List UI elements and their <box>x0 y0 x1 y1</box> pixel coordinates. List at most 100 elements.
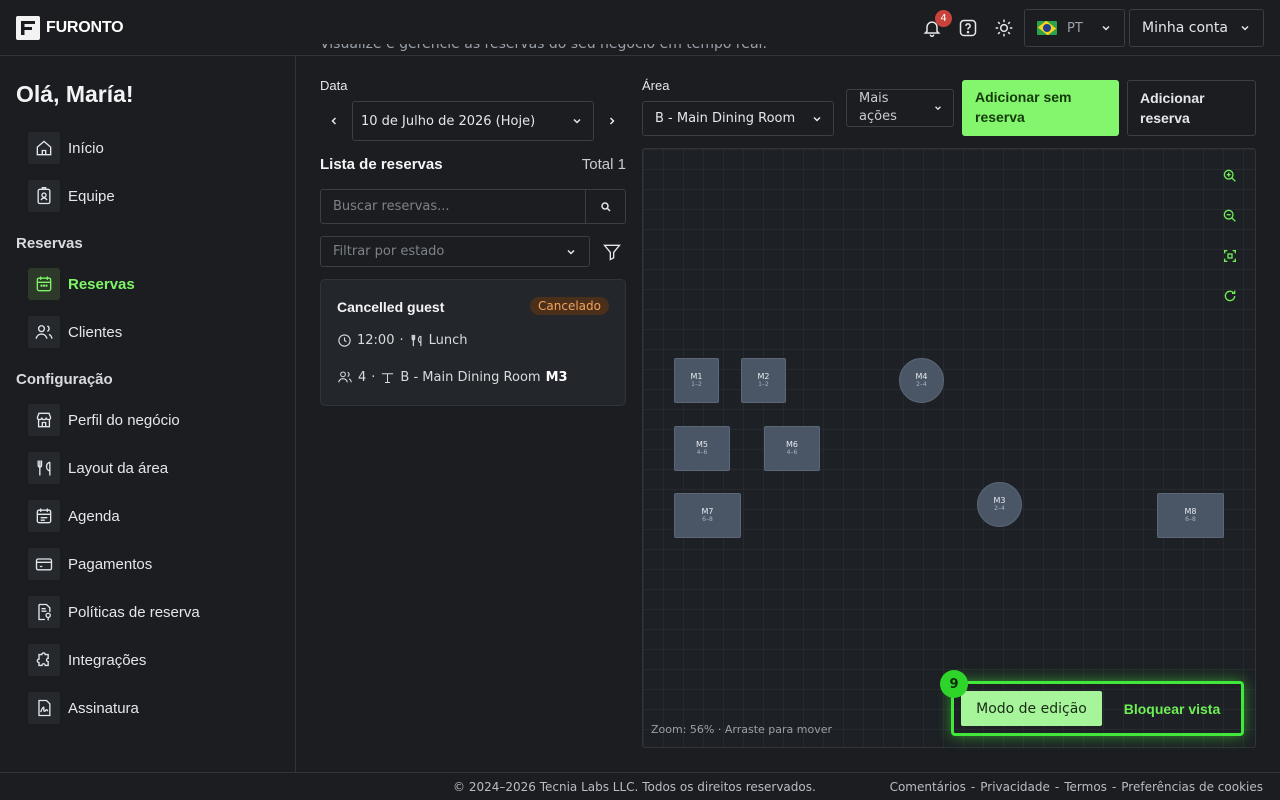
reservation-shift: Lunch <box>428 333 468 348</box>
reservation-card[interactable]: Cancelled guest Cancelado 12:00 · Lunch … <box>320 279 626 406</box>
floor-plan-canvas[interactable]: M1 1–2 M2 1–2 M4 2–4 M5 4–6 M6 4–6 M3 2–… <box>642 148 1256 748</box>
sidebar-item-inicio[interactable]: Início <box>28 132 104 164</box>
table-m7[interactable]: M7 6–8 <box>674 493 741 538</box>
signature-icon <box>28 692 60 724</box>
utensils-icon <box>411 334 422 347</box>
badge-icon <box>28 180 60 212</box>
logo[interactable]: FURONTO <box>16 16 124 40</box>
date-select[interactable]: 10 de Julho de 2026 (Hoje) <box>352 101 594 141</box>
footer-link-comentarios[interactable]: Comentários <box>890 780 966 794</box>
refresh-icon <box>1224 290 1236 302</box>
notifications-button[interactable]: 4 <box>918 10 952 42</box>
chevron-down-icon <box>935 106 941 111</box>
chevron-down-icon <box>1102 25 1110 31</box>
reservation-area: B - Main Dining Room <box>400 369 541 385</box>
sidebar-item-label: Agenda <box>68 507 120 525</box>
fit-view-button[interactable] <box>1219 245 1241 267</box>
table-m4[interactable]: M4 2–4 <box>899 358 944 403</box>
brand-name: FURONTO <box>46 19 124 36</box>
sidebar-item-clientes[interactable]: Clientes <box>28 316 122 348</box>
table-m5[interactable]: M5 4–6 <box>674 426 730 471</box>
filter-button[interactable] <box>600 240 624 264</box>
sidebar-item-pagamentos[interactable]: Pagamentos <box>28 548 152 580</box>
sidebar-item-label: Assinatura <box>68 699 139 717</box>
footer-link-cookies[interactable]: Preferências de cookies <box>1121 780 1263 794</box>
table-m2[interactable]: M2 1–2 <box>741 358 786 403</box>
home-icon <box>28 132 60 164</box>
chevron-down-icon <box>573 118 581 124</box>
account-label: Minha conta <box>1142 20 1228 36</box>
help-button[interactable] <box>954 14 982 42</box>
table-m3[interactable]: M3 2–4 <box>977 482 1022 527</box>
chevron-down-icon <box>813 116 821 122</box>
account-menu[interactable]: Minha conta <box>1129 9 1264 47</box>
sidebar-item-reservas[interactable]: Reservas <box>28 268 135 300</box>
utensils-icon <box>28 452 60 484</box>
sidebar-item-label: Reservas <box>68 275 135 293</box>
sidebar-item-integracoes[interactable]: Integrações <box>28 644 146 676</box>
zoom-in-button[interactable] <box>1219 165 1241 187</box>
sidebar-item-perfil[interactable]: Perfil do negócio <box>28 404 180 436</box>
sidebar-item-layout[interactable]: Layout da área <box>28 452 168 484</box>
sidebar-item-label: Equipe <box>68 187 115 205</box>
sidebar-item-label: Layout da área <box>68 459 169 477</box>
sidebar-item-equipe[interactable]: Equipe <box>28 180 115 212</box>
search-input[interactable] <box>320 189 586 224</box>
policy-icon <box>28 596 60 628</box>
sidebar: Olá, María! Início Equipe Reservas Reser… <box>0 56 296 772</box>
chevron-left-icon <box>331 117 337 125</box>
sun-icon <box>995 19 1013 37</box>
users-icon <box>28 316 60 348</box>
theme-toggle[interactable] <box>990 14 1018 42</box>
prev-day-button[interactable] <box>323 110 345 132</box>
table-m1[interactable]: M1 1–2 <box>674 358 719 403</box>
search-button[interactable] <box>585 189 626 224</box>
edit-mode-button[interactable]: Modo de edição <box>961 691 1102 726</box>
lock-view-button[interactable]: Bloquear vista <box>1110 691 1234 726</box>
language-select[interactable]: PT <box>1024 9 1125 47</box>
add-reservation-button[interactable]: Adicionar reserva <box>1127 80 1256 136</box>
table-m8[interactable]: M8 6–8 <box>1157 493 1224 538</box>
date-label: Data <box>320 78 348 93</box>
store-icon <box>28 404 60 436</box>
more-actions-label: Mais ações <box>859 91 897 124</box>
puzzle-icon <box>28 644 60 676</box>
help-icon <box>959 19 977 37</box>
footer-links: Comentários - Privacidade - Termos - Pre… <box>889 780 1263 794</box>
funnel-icon <box>603 244 621 261</box>
sidebar-item-label: Integrações <box>68 651 147 669</box>
sidebar-item-assinatura[interactable]: Assinatura <box>28 692 139 724</box>
reservation-table: M3 <box>545 369 568 385</box>
schedule-icon <box>28 500 60 532</box>
table-icon <box>382 372 394 383</box>
zoom-in-icon <box>1223 169 1236 182</box>
reset-view-button[interactable] <box>1219 285 1241 307</box>
more-actions-button[interactable]: Mais ações <box>846 89 954 127</box>
next-day-button[interactable] <box>601 110 623 132</box>
sidebar-item-label: Início <box>68 139 104 157</box>
reservations-total: Total 1 <box>581 156 626 173</box>
chevron-down-icon <box>1241 25 1249 31</box>
status-filter-select[interactable]: Filtrar por estado <box>320 236 590 267</box>
sidebar-item-agenda[interactable]: Agenda <box>28 500 120 532</box>
chevron-right-icon <box>609 117 615 125</box>
fit-screen-icon <box>1224 250 1236 262</box>
reservation-time: 12:00 <box>357 333 395 348</box>
status-filter-placeholder: Filtrar por estado <box>333 244 445 259</box>
notification-badge: 4 <box>935 10 952 27</box>
date-value: 10 de Julho de 2026 (Hoje) <box>361 113 536 129</box>
footer-link-privacidade[interactable]: Privacidade <box>980 780 1050 794</box>
users-icon <box>338 371 352 383</box>
copyright: © 2024–2026 Tecnia Labs LLC. Todos os di… <box>453 780 816 794</box>
table-m6[interactable]: M6 4–6 <box>764 426 820 471</box>
area-value: B - Main Dining Room <box>655 111 796 126</box>
zoom-out-button[interactable] <box>1219 205 1241 227</box>
footer-link-termos[interactable]: Termos <box>1064 780 1107 794</box>
chevron-down-icon <box>567 249 575 255</box>
sidebar-item-politicas[interactable]: Políticas de reserva <box>28 596 200 628</box>
page-subtitle: Visualize e gerencie as reservas do seu … <box>320 44 767 52</box>
party-size: 4 <box>358 369 367 385</box>
add-walkin-button[interactable]: Adicionar sem reserva <box>962 80 1119 136</box>
area-select[interactable]: B - Main Dining Room <box>642 101 834 136</box>
language-code: PT <box>1067 20 1083 36</box>
